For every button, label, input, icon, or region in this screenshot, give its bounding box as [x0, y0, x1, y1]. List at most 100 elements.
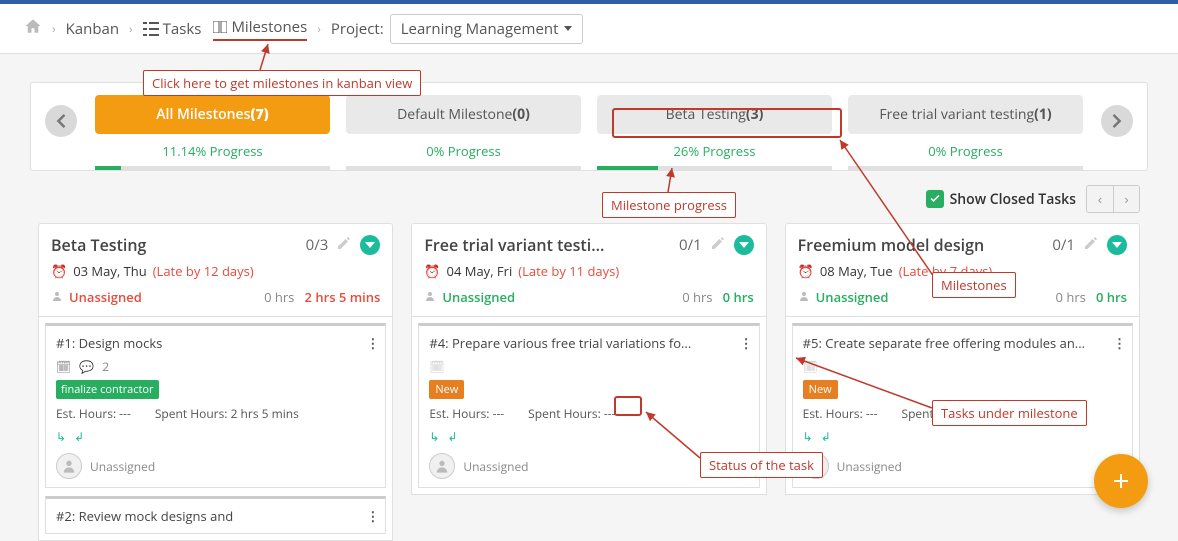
- pager-prev[interactable]: ‹: [1087, 186, 1113, 212]
- column-assigned: Unassigned: [816, 288, 889, 306]
- column-expand[interactable]: [1107, 235, 1127, 255]
- edit-icon[interactable]: [336, 235, 352, 256]
- column-title: Beta Testing: [51, 234, 298, 256]
- assignee-label: Unassigned: [463, 458, 528, 475]
- project-label: Project:: [331, 19, 384, 39]
- task-menu-icon[interactable]: ⋮: [366, 507, 379, 525]
- milestone-tab[interactable]: Free trial variant testing(1): [848, 95, 1083, 134]
- calendar-icon: 🗓: [56, 358, 71, 375]
- user-icon: [51, 288, 63, 306]
- user-icon: [798, 288, 810, 306]
- edit-icon[interactable]: [1083, 235, 1099, 256]
- milestone-progress-bar: [597, 166, 832, 170]
- calendar-icon: 🗓: [803, 358, 818, 375]
- task-title: #4: Prepare various free trial variation…: [429, 334, 748, 352]
- task-card[interactable]: #1: Design mocks⋮🗓 💬2finalize contractor…: [45, 323, 386, 488]
- calendar-icon: ⏰: [424, 262, 440, 280]
- milestone-tabs-row: All Milestones(7) 11.14% Progress Default …: [30, 82, 1148, 171]
- column-date: 03 May, Thu: [73, 262, 147, 280]
- milestone-tab[interactable]: All Milestones(7): [95, 95, 330, 134]
- task-menu-icon[interactable]: ⋮: [740, 334, 753, 352]
- assignee-label: Unassigned: [90, 458, 155, 475]
- task-title: #2: Review mock designs and: [56, 507, 375, 525]
- avatar: [56, 453, 82, 479]
- column-count: 0/1: [1052, 235, 1075, 255]
- column-date: 08 May, Tue: [820, 262, 893, 280]
- task-menu-icon[interactable]: ⋮: [366, 334, 379, 352]
- milestones-prev[interactable]: [45, 105, 77, 137]
- column-assigned: Unassigned: [442, 288, 515, 306]
- column-body: #4: Prepare various free trial variation…: [411, 317, 766, 495]
- subtask-icon[interactable]: ↲: [821, 428, 831, 445]
- milestone-progress-text: 26% Progress: [597, 142, 832, 160]
- breadcrumb: › Kanban › Tasks Milestones › Project: L…: [0, 4, 1178, 54]
- column-late: (Late by 11 days): [518, 262, 619, 280]
- column-spent: 0 hrs: [1096, 288, 1127, 306]
- milestone-column-header: Free trial variant testi... 0/1 ⏰ 04 May, F…: [411, 223, 766, 317]
- calendar-icon: 🗓: [429, 358, 444, 375]
- milestone-tab[interactable]: Default Milestone(0): [346, 95, 581, 134]
- column-late: (Late by 7 days): [899, 262, 993, 280]
- column-expand[interactable]: [360, 235, 380, 255]
- task-status-badge: New: [803, 380, 838, 399]
- column-expand[interactable]: [734, 235, 754, 255]
- comment-icon: 💬: [79, 358, 94, 375]
- column-hrs: 0 hrs: [682, 288, 712, 306]
- task-spent-hours: Spent Hours: ---: [528, 405, 615, 422]
- milestone-progress-bar: [848, 166, 1083, 170]
- pager-next[interactable]: ›: [1113, 186, 1139, 212]
- column-body: #5: Create separate free offering module…: [785, 317, 1140, 495]
- task-spent-hours: Spent Hours: ---: [902, 405, 989, 422]
- column-title: Free trial variant testi...: [424, 234, 671, 256]
- checkbox-checked-icon: [926, 190, 944, 208]
- task-status-badge: New: [429, 380, 464, 399]
- task-title: #5: Create separate free offering module…: [803, 334, 1122, 352]
- edit-icon[interactable]: [710, 235, 726, 256]
- crumb-tasks[interactable]: Tasks: [143, 19, 202, 39]
- link-icon[interactable]: ↳: [429, 428, 439, 445]
- task-est-hours: Est. Hours: ---: [56, 405, 131, 422]
- task-card[interactable]: #2: Review mock designs and⋮: [45, 496, 386, 534]
- pager: ‹ ›: [1086, 185, 1140, 213]
- link-icon[interactable]: ↳: [803, 428, 813, 445]
- avatar: [429, 453, 455, 479]
- crumb-kanban[interactable]: Kanban: [66, 19, 119, 39]
- link-icon[interactable]: ↳: [56, 428, 66, 445]
- project-select[interactable]: Learning Management: [390, 14, 584, 44]
- column-late: (Late by 12 days): [153, 262, 254, 280]
- column-date: 04 May, Fri: [447, 262, 513, 280]
- column-assigned: Unassigned: [69, 288, 142, 306]
- home-icon[interactable]: [24, 17, 42, 40]
- calendar-icon: ⏰: [51, 262, 67, 280]
- column-spent: 0 hrs: [723, 288, 754, 306]
- assignee-label: Unassigned: [837, 458, 902, 475]
- calendar-icon: ⏰: [798, 262, 814, 280]
- milestone-progress-bar: [95, 166, 330, 170]
- milestone-column-header: Freemium model design 0/1 ⏰ 08 May, Tue (La…: [785, 223, 1140, 317]
- task-title: #1: Design mocks: [56, 334, 375, 352]
- show-closed-tasks-toggle[interactable]: Show Closed Tasks: [926, 190, 1076, 209]
- milestone-progress-text: 0% Progress: [346, 142, 581, 160]
- column-spent: 2 hrs 5 mins: [305, 288, 381, 306]
- column-hrs: 0 hrs: [264, 288, 294, 306]
- task-status-badge: finalize contractor: [56, 380, 159, 399]
- task-menu-icon[interactable]: ⋮: [1113, 334, 1126, 352]
- task-est-hours: Est. Hours: ---: [429, 405, 504, 422]
- column-hrs: 0 hrs: [1056, 288, 1086, 306]
- task-est-hours: Est. Hours: ---: [803, 405, 878, 422]
- subtask-icon[interactable]: ↲: [447, 428, 457, 445]
- crumb-milestones[interactable]: Milestones: [213, 17, 307, 41]
- milestone-tab[interactable]: Beta Testing(3): [597, 95, 832, 134]
- chevron-down-icon: [564, 26, 572, 31]
- task-card[interactable]: #4: Prepare various free trial variation…: [418, 323, 759, 488]
- milestone-progress-text: 11.14% Progress: [95, 142, 330, 160]
- milestones-next[interactable]: [1101, 105, 1133, 137]
- milestone-progress-text: 0% Progress: [848, 142, 1083, 160]
- subtask-icon[interactable]: ↲: [74, 428, 84, 445]
- column-count: 0/1: [679, 235, 702, 255]
- task-card[interactable]: #5: Create separate free offering module…: [792, 323, 1133, 488]
- user-icon: [424, 288, 436, 306]
- column-body: #1: Design mocks⋮🗓 💬2finalize contractor…: [38, 317, 393, 541]
- column-title: Freemium model design: [798, 234, 1045, 256]
- add-fab[interactable]: [1094, 454, 1148, 508]
